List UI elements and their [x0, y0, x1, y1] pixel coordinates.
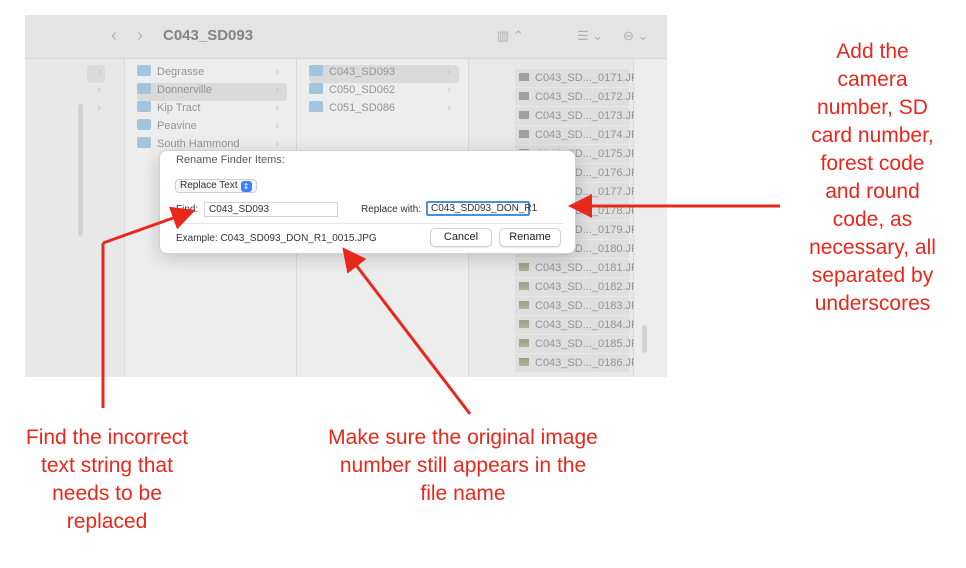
annotation-right: Add the camera number, SD card number, f…: [809, 40, 936, 315]
annotation-bottom-left: Find the incorrect text string that need…: [25, 426, 189, 533]
annotation-bottom-middle: Make sure the original image number stil…: [328, 426, 598, 505]
arrow-to-example: [342, 247, 472, 415]
arrow-to-find-field-tip: [102, 206, 196, 245]
